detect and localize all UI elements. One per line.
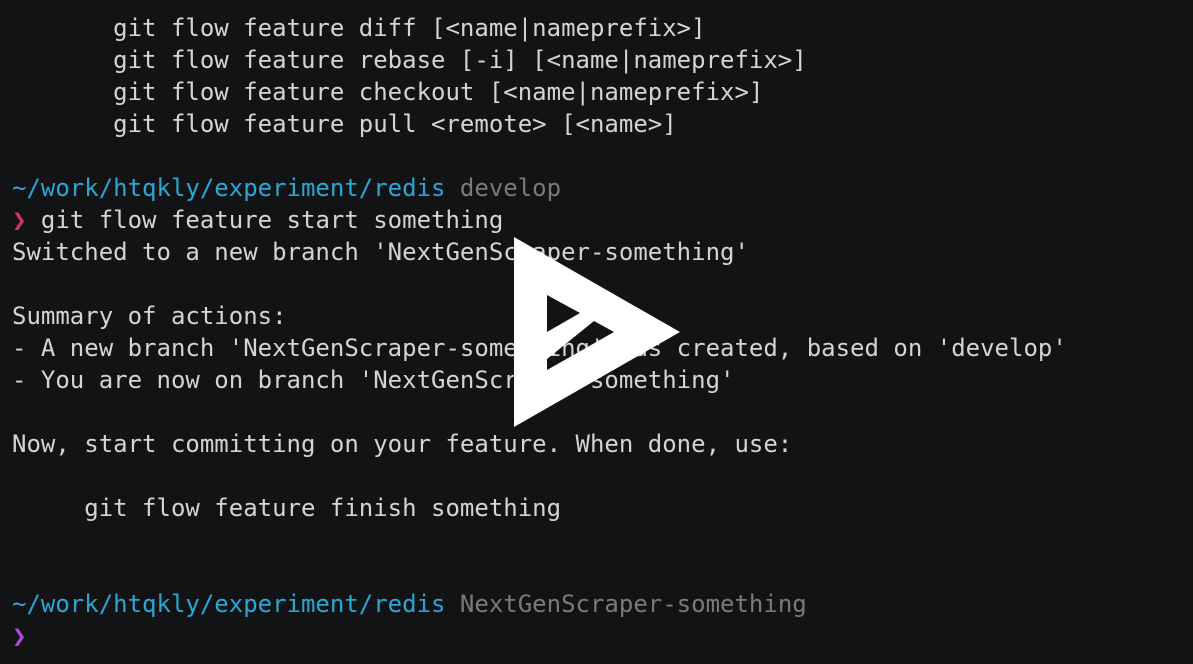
usage-line-diff: git flow feature diff [<name|nameprefix>… bbox=[12, 14, 706, 42]
play-icon bbox=[514, 237, 680, 427]
prompt-line-2: ~/work/htqkly/experiment/redis NextGenSc… bbox=[12, 588, 1193, 620]
prompt-branch: NextGenScraper-something bbox=[445, 590, 807, 618]
output-finish-command: git flow feature finish something bbox=[12, 494, 562, 522]
prompt-path: ~/work/htqkly/experiment/redis bbox=[12, 590, 446, 618]
command-text: git flow feature start something bbox=[26, 206, 504, 234]
output-now-start: Now, start committing on your feature. W… bbox=[12, 430, 793, 458]
play-button[interactable] bbox=[514, 237, 680, 427]
prompt-chevron-icon: ❯ bbox=[12, 206, 27, 234]
usage-line-rebase: git flow feature rebase [-i] [<name|name… bbox=[12, 46, 807, 74]
prompt-path: ~/work/htqkly/experiment/redis bbox=[12, 174, 446, 202]
command-line-2: ❯ bbox=[12, 620, 1193, 652]
prompt-chevron-icon: ❯ bbox=[12, 622, 27, 650]
prompt-line-1: ~/work/htqkly/experiment/redis develop bbox=[12, 172, 1193, 204]
prompt-branch: develop bbox=[445, 174, 562, 202]
usage-line-pull: git flow feature pull <remote> [<name>] bbox=[12, 110, 677, 138]
usage-line-checkout: git flow feature checkout [<name|namepre… bbox=[12, 78, 764, 106]
command-line-1: ❯ git flow feature start something bbox=[12, 204, 1193, 236]
